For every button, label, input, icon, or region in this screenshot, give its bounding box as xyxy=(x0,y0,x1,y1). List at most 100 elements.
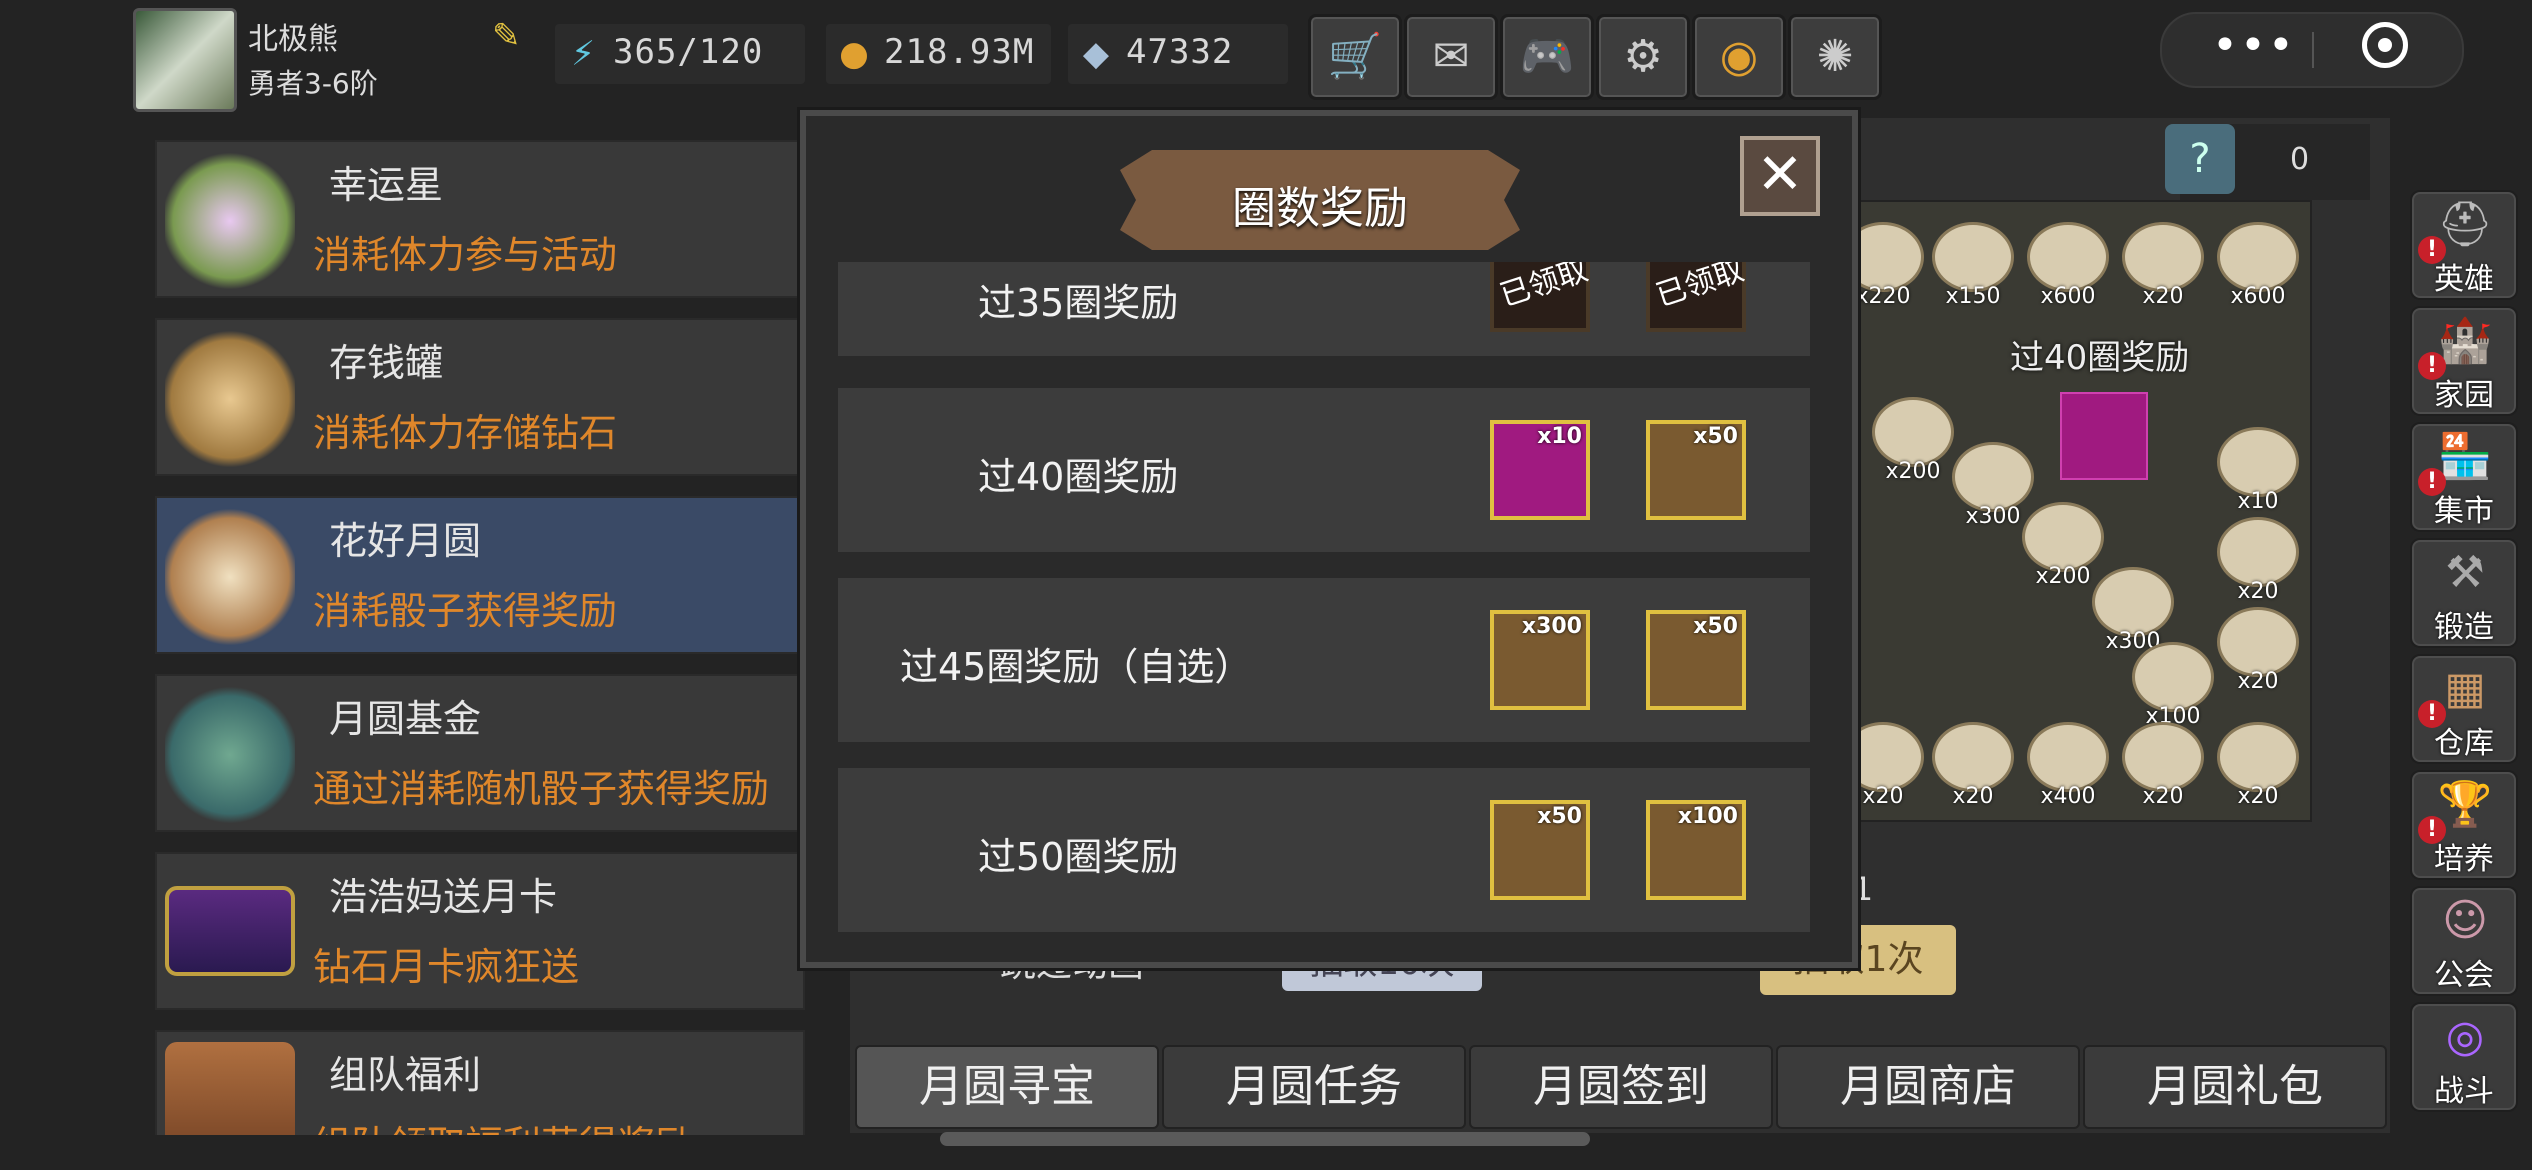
nav-home[interactable]: 🏰 ! 家园 xyxy=(2410,306,2518,416)
anvil-icon: ⚒ xyxy=(2445,547,2485,598)
mail-button[interactable]: ✉ xyxy=(1404,14,1498,100)
activity-item-mid-autumn[interactable]: 花好月圆 消耗骰子获得奖励 xyxy=(155,496,805,654)
activity-title: 组队福利 xyxy=(329,1053,482,1097)
board-tile: x20 xyxy=(2217,607,2299,694)
board-tile: x600 xyxy=(2217,222,2299,309)
board-tile: x20 xyxy=(2217,517,2299,604)
reward-item[interactable]: 已领取 xyxy=(1490,262,1593,332)
tile-count: x20 xyxy=(2237,784,2279,809)
nav-label: 战斗 xyxy=(2434,1074,2494,1109)
reward-row: 过35圈奖励 已领取 已领取 xyxy=(838,262,1810,356)
tab-treasure[interactable]: 月圆寻宝 xyxy=(855,1045,1159,1129)
board-tile: x150 xyxy=(1932,222,2014,309)
board-tile: x10 xyxy=(2217,427,2299,514)
stamina-counter[interactable]: ⚡ 365/120 xyxy=(555,24,805,84)
nav-label: 公会 xyxy=(2434,958,2494,993)
reward-item[interactable]: x10 xyxy=(1490,420,1590,520)
nav-label: 集市 xyxy=(2434,494,2494,529)
star-icon xyxy=(165,152,295,290)
activity-item-lucky-star[interactable]: 幸运星 消耗体力参与活动 xyxy=(155,140,805,298)
nav-guild[interactable]: ☺ 公会 xyxy=(2410,886,2518,996)
gold-counter[interactable]: ● 218.93M xyxy=(826,24,1051,84)
settings-button[interactable]: ⚙ xyxy=(1596,14,1690,100)
item-quantity: x50 xyxy=(1693,424,1738,449)
board-tile: x400 xyxy=(2027,722,2109,809)
reward-item[interactable]: x100 xyxy=(1646,800,1746,900)
reward-row: 过45圈奖励（自选） x300 x50 xyxy=(838,578,1810,742)
activity-item-piggy-bank[interactable]: 存钱罐 消耗体力存储钻石 xyxy=(155,318,805,476)
board-chest-icon xyxy=(2060,392,2148,480)
reward-row-title: 过45圈奖励（自选） xyxy=(900,645,1253,689)
nav-battle[interactable]: ◎ 战斗 xyxy=(2410,1002,2518,1112)
diamond-counter[interactable]: ◆ 47332 xyxy=(1068,24,1288,84)
portal-icon: ◎ xyxy=(2445,1011,2485,1062)
tile-count: x200 xyxy=(1885,459,1941,484)
close-miniprogram-icon[interactable] xyxy=(2362,22,2408,68)
mail-icon: ✉ xyxy=(1432,31,1470,82)
tile-count: x600 xyxy=(2040,284,2096,309)
board-tile: x20 xyxy=(2217,722,2299,809)
nav-label: 培养 xyxy=(2434,842,2494,877)
board-tile: x200 xyxy=(2022,502,2104,589)
shop-cart-button[interactable]: 🛒 xyxy=(1308,14,1402,100)
item-quantity: x100 xyxy=(1677,804,1738,829)
tab-gift-pack[interactable]: 月圆礼包 xyxy=(2083,1045,2387,1129)
board-tile: x20 xyxy=(2122,722,2204,809)
tab-tasks[interactable]: 月圆任务 xyxy=(1162,1045,1466,1129)
capsule-divider xyxy=(2312,32,2314,68)
item-quantity: x50 xyxy=(1537,804,1582,829)
fireworks-button[interactable]: ✺ xyxy=(1788,14,1882,100)
activity-item-fund[interactable]: 月圆基金 通过消耗随机骰子获得奖励 xyxy=(155,674,805,832)
nav-market[interactable]: 🏪 ! 集市 xyxy=(2410,422,2518,532)
close-button[interactable]: ✕ xyxy=(1740,136,1820,216)
board-tile: x300 xyxy=(2092,567,2174,654)
tile-count: x20 xyxy=(2237,579,2279,604)
tile-count: x10 xyxy=(2237,489,2279,514)
nav-label: 英雄 xyxy=(2434,262,2494,297)
activity-item-team[interactable]: 组队福利 组队领取福利获得奖励 xyxy=(155,1030,805,1135)
nav-label: 仓库 xyxy=(2434,726,2494,761)
card-icon xyxy=(165,886,295,976)
diamond-icon: ◆ xyxy=(1082,34,1110,74)
tab-shop[interactable]: 月圆商店 xyxy=(1776,1045,2080,1129)
player-avatar[interactable] xyxy=(133,8,237,112)
close-icon: ✕ xyxy=(1756,142,1804,207)
reward-item[interactable]: x50 xyxy=(1646,420,1746,520)
reward-row-title: 过35圈奖励 xyxy=(978,281,1179,325)
activity-title: 月圆基金 xyxy=(329,697,482,741)
nav-warehouse[interactable]: ▦ ! 仓库 xyxy=(2410,654,2518,764)
more-button[interactable]: ••• xyxy=(2212,20,2296,71)
fund-bag-icon xyxy=(165,686,295,824)
reward-item[interactable]: x50 xyxy=(1646,610,1746,710)
tile-count: x20 xyxy=(1952,784,1994,809)
reward-list[interactable]: 过35圈奖励 已领取 已领取 过40圈奖励 x10 x50 过45圈奖励（自选）… xyxy=(838,262,1810,938)
moon-rabbit-icon xyxy=(165,508,295,646)
item-quantity: x300 xyxy=(1521,614,1582,639)
chest-icon xyxy=(165,1042,295,1135)
tab-checkin[interactable]: 月圆签到 xyxy=(1469,1045,1773,1129)
edit-icon[interactable]: ✎ xyxy=(492,18,528,54)
claimed-stamp: 已领取 xyxy=(1495,262,1593,314)
lightning-icon: ⚡ xyxy=(571,34,595,74)
reward-row-title: 过40圈奖励 xyxy=(978,455,1179,499)
activity-item-month-card[interactable]: 浩浩妈送月卡 钻石月卡疯狂送 xyxy=(155,852,805,1010)
reward-item[interactable]: x300 xyxy=(1490,610,1590,710)
activity-desc: 钻石月卡疯狂送 xyxy=(313,945,580,989)
color-wheel-icon: ◉ xyxy=(1719,31,1759,82)
nav-hero[interactable]: ⛑ ! 英雄 xyxy=(2410,190,2518,300)
item-quantity: x50 xyxy=(1693,614,1738,639)
gamepad-button[interactable]: 🎮 xyxy=(1500,14,1594,100)
board-tile: x20 xyxy=(1932,722,2014,809)
board-tile: x200 xyxy=(1872,397,1954,484)
horizontal-scrollbar[interactable] xyxy=(940,1132,1590,1146)
nav-forge[interactable]: ⚒ 锻造 xyxy=(2410,538,2518,648)
tile-count: x20 xyxy=(2142,284,2184,309)
reward-item[interactable]: x50 xyxy=(1490,800,1590,900)
dice-count: 0 xyxy=(2290,142,2310,177)
board-tile: x300 xyxy=(1952,442,2034,529)
fireworks-icon: ✺ xyxy=(1816,31,1854,82)
activity-title: 花好月圆 xyxy=(329,519,482,563)
nav-train[interactable]: 🏆 ! 培养 xyxy=(2410,770,2518,880)
color-wheel-button[interactable]: ◉ xyxy=(1692,14,1786,100)
reward-item[interactable]: 已领取 xyxy=(1646,262,1748,332)
